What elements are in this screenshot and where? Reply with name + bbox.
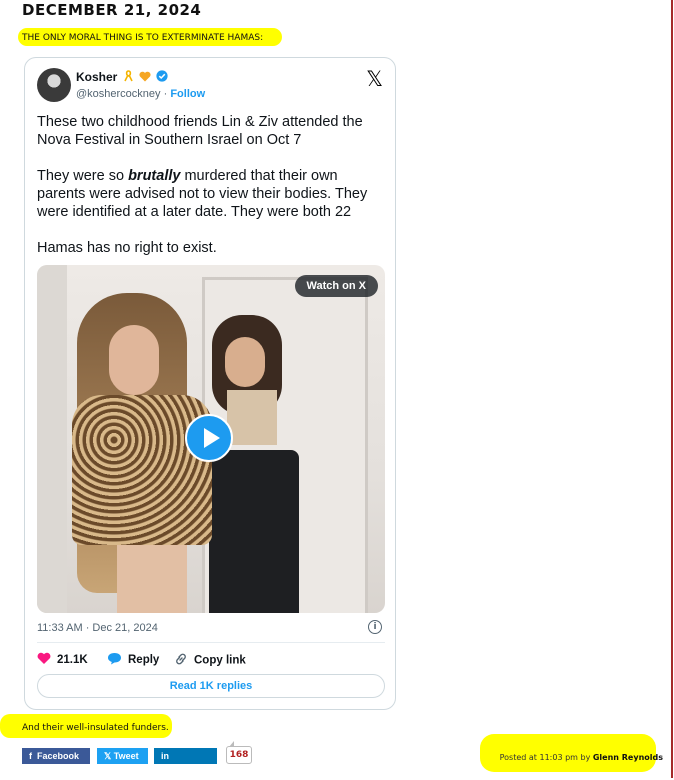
share-tweet-button[interactable]: 𝕏 Tweet	[97, 748, 148, 764]
footer-text: And their well-insulated funders.	[22, 723, 169, 733]
share-linkedin-button[interactable]: in LinkedIn	[154, 748, 217, 777]
tweet-divider	[37, 642, 385, 643]
play-button-icon[interactable]	[185, 414, 233, 462]
linkedin-icon: in	[161, 751, 169, 761]
share-linkedin-label: LinkedIn	[161, 767, 199, 777]
share-facebook-button[interactable]: f Facebook	[22, 748, 90, 764]
follow-link[interactable]: Follow	[170, 88, 205, 100]
heart-like-icon	[37, 652, 51, 668]
ribbon-icon	[123, 70, 134, 85]
facebook-icon: f	[29, 751, 32, 761]
author-handle[interactable]: @koshercockney	[76, 88, 161, 100]
right-border	[671, 0, 673, 778]
share-tweet-label: Tweet	[113, 751, 139, 761]
like-button[interactable]: 21.1K	[37, 652, 88, 668]
verified-badge-icon	[156, 70, 168, 85]
share-facebook-label: Facebook	[37, 751, 80, 761]
heart-icon	[139, 71, 151, 85]
post-date: DECEMBER 21, 2024	[22, 1, 202, 19]
reply-bubble-icon	[107, 652, 122, 668]
tweet-paragraph-2: They were so brutally murdered that thei…	[37, 167, 387, 221]
embedded-tweet[interactable]: Kosher @koshercockney · Follow 𝕏 These t…	[24, 57, 396, 710]
video-person-2-jeans	[209, 450, 299, 613]
tweet-timestamp[interactable]: 11:33 AM · Dec 21, 2024	[37, 622, 158, 634]
read-replies-button[interactable]: Read 1K replies	[37, 674, 385, 698]
copy-link-button[interactable]: Copy link	[174, 652, 246, 669]
video-person-1-face	[109, 325, 159, 395]
posted-author-link[interactable]: Glenn Reynolds	[593, 753, 663, 762]
tweet-paragraph-3: Hamas has no right to exist.	[37, 240, 217, 256]
author-name-row[interactable]: Kosher	[76, 70, 168, 85]
author-avatar[interactable]	[37, 68, 71, 102]
video-person-2-face	[225, 337, 265, 387]
video-person-1-legs	[117, 545, 187, 613]
video-person-1-top	[72, 395, 212, 545]
author-name[interactable]: Kosher	[76, 70, 117, 84]
tweet-paragraph-2-start: They were so	[37, 168, 129, 184]
link-icon	[174, 652, 188, 669]
share-count-badge: 168	[226, 741, 252, 764]
posted-time: Posted at 11:03 pm by	[499, 753, 591, 762]
watch-on-x-button[interactable]: Watch on X	[294, 275, 378, 297]
info-icon[interactable]: i	[368, 620, 382, 634]
handle-separator: ·	[160, 88, 171, 100]
x-logo-icon[interactable]: 𝕏	[366, 67, 383, 91]
like-count: 21.1K	[57, 654, 88, 667]
tweet-emphasis: brutally	[128, 168, 181, 184]
posted-byline: Posted at 11:03 pm by Glenn Reynolds	[500, 753, 663, 762]
video-wall	[37, 265, 67, 613]
reply-button[interactable]: Reply	[107, 652, 159, 668]
tweet-video[interactable]: Watch on X	[37, 265, 385, 613]
author-handle-row: @koshercockney · Follow	[76, 88, 205, 100]
tweet-paragraph-1: These two childhood friends Lin & Ziv at…	[37, 114, 363, 148]
copy-link-label: Copy link	[194, 654, 246, 667]
post-lead-text: THE ONLY MORAL THING IS TO EXTERMINATE H…	[22, 33, 264, 43]
reply-label: Reply	[128, 654, 160, 667]
x-share-icon: 𝕏	[104, 751, 112, 761]
video-person-2-top	[227, 390, 277, 445]
